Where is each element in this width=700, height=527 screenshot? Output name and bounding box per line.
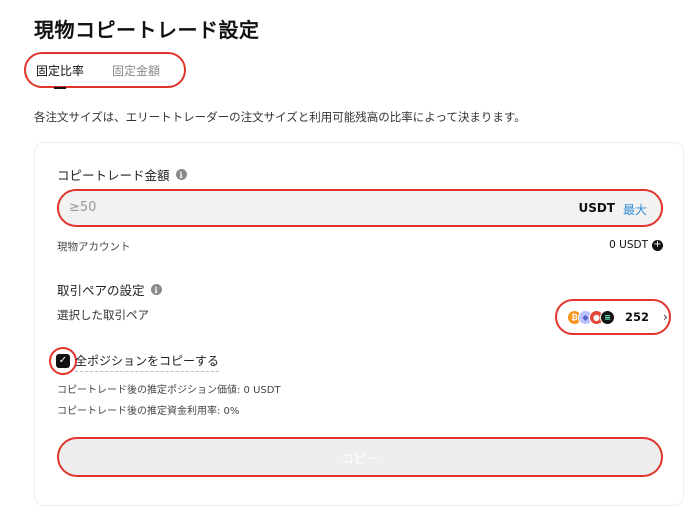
chevron-right-icon: › <box>663 310 668 324</box>
tab-fixed-ratio[interactable]: 固定比率 <box>36 62 84 79</box>
account-balance-value: 0 USDT <box>609 239 648 251</box>
solana-icon: ≡ <box>600 309 615 325</box>
selected-pairs-label: 選択した取引ペア <box>57 308 149 322</box>
pair-count: 252 <box>625 310 650 324</box>
page-title: 現物コピートレード設定 <box>34 18 260 42</box>
account-row: 現物アカウント 0 USDT + <box>57 239 663 254</box>
amount-input[interactable] <box>69 200 469 215</box>
amount-section-label: コピートレード金額 i <box>57 165 187 184</box>
pairs-section-label: 取引ペアの設定 i <box>57 280 162 299</box>
amount-unit: USDT <box>578 201 615 215</box>
info-icon[interactable]: i <box>150 284 162 295</box>
pair-selector-button[interactable]: ₿ ◆ ● ≡ 252 › <box>555 299 671 335</box>
account-balance: 0 USDT + <box>609 239 663 251</box>
amount-label: コピートレード金額 <box>57 168 170 183</box>
tab-fixed-amount[interactable]: 固定金額 <box>112 62 160 79</box>
estimated-position-value: コピートレード後の推定ポジション価値: 0 USDT <box>57 385 281 396</box>
copy-button[interactable]: コピー <box>57 437 663 477</box>
amount-field: USDT 最大 <box>57 189 663 227</box>
copy-trade-settings-page: 現物コピートレード設定 固定比率 固定金額 各注文サイズは、エリートトレーダーの… <box>0 0 700 527</box>
copy-all-label[interactable]: 全ポジションをコピーする <box>75 352 220 372</box>
check-icon: ✓ <box>56 354 70 368</box>
info-icon[interactable]: i <box>175 169 187 180</box>
pairs-label: 取引ペアの設定 <box>57 283 145 298</box>
account-label: 現物アカウント <box>57 241 131 253</box>
active-tab-indicator <box>54 87 66 89</box>
max-button[interactable]: 最大 <box>623 201 647 218</box>
add-funds-icon[interactable]: + <box>652 239 663 251</box>
settings-card: コピートレード金額 i USDT 最大 現物アカウント 0 USDT + 取引ペ… <box>34 142 684 506</box>
estimated-fund-utilization: コピートレード後の推定資金利用率: 0% <box>57 406 240 417</box>
mode-tabs: 固定比率 固定金額 <box>24 52 186 89</box>
mode-description: 各注文サイズは、エリートトレーダーの注文サイズと利用可能残高の比率によって決まり… <box>34 110 526 124</box>
copy-all-checkbox[interactable]: ✓ <box>49 347 77 375</box>
